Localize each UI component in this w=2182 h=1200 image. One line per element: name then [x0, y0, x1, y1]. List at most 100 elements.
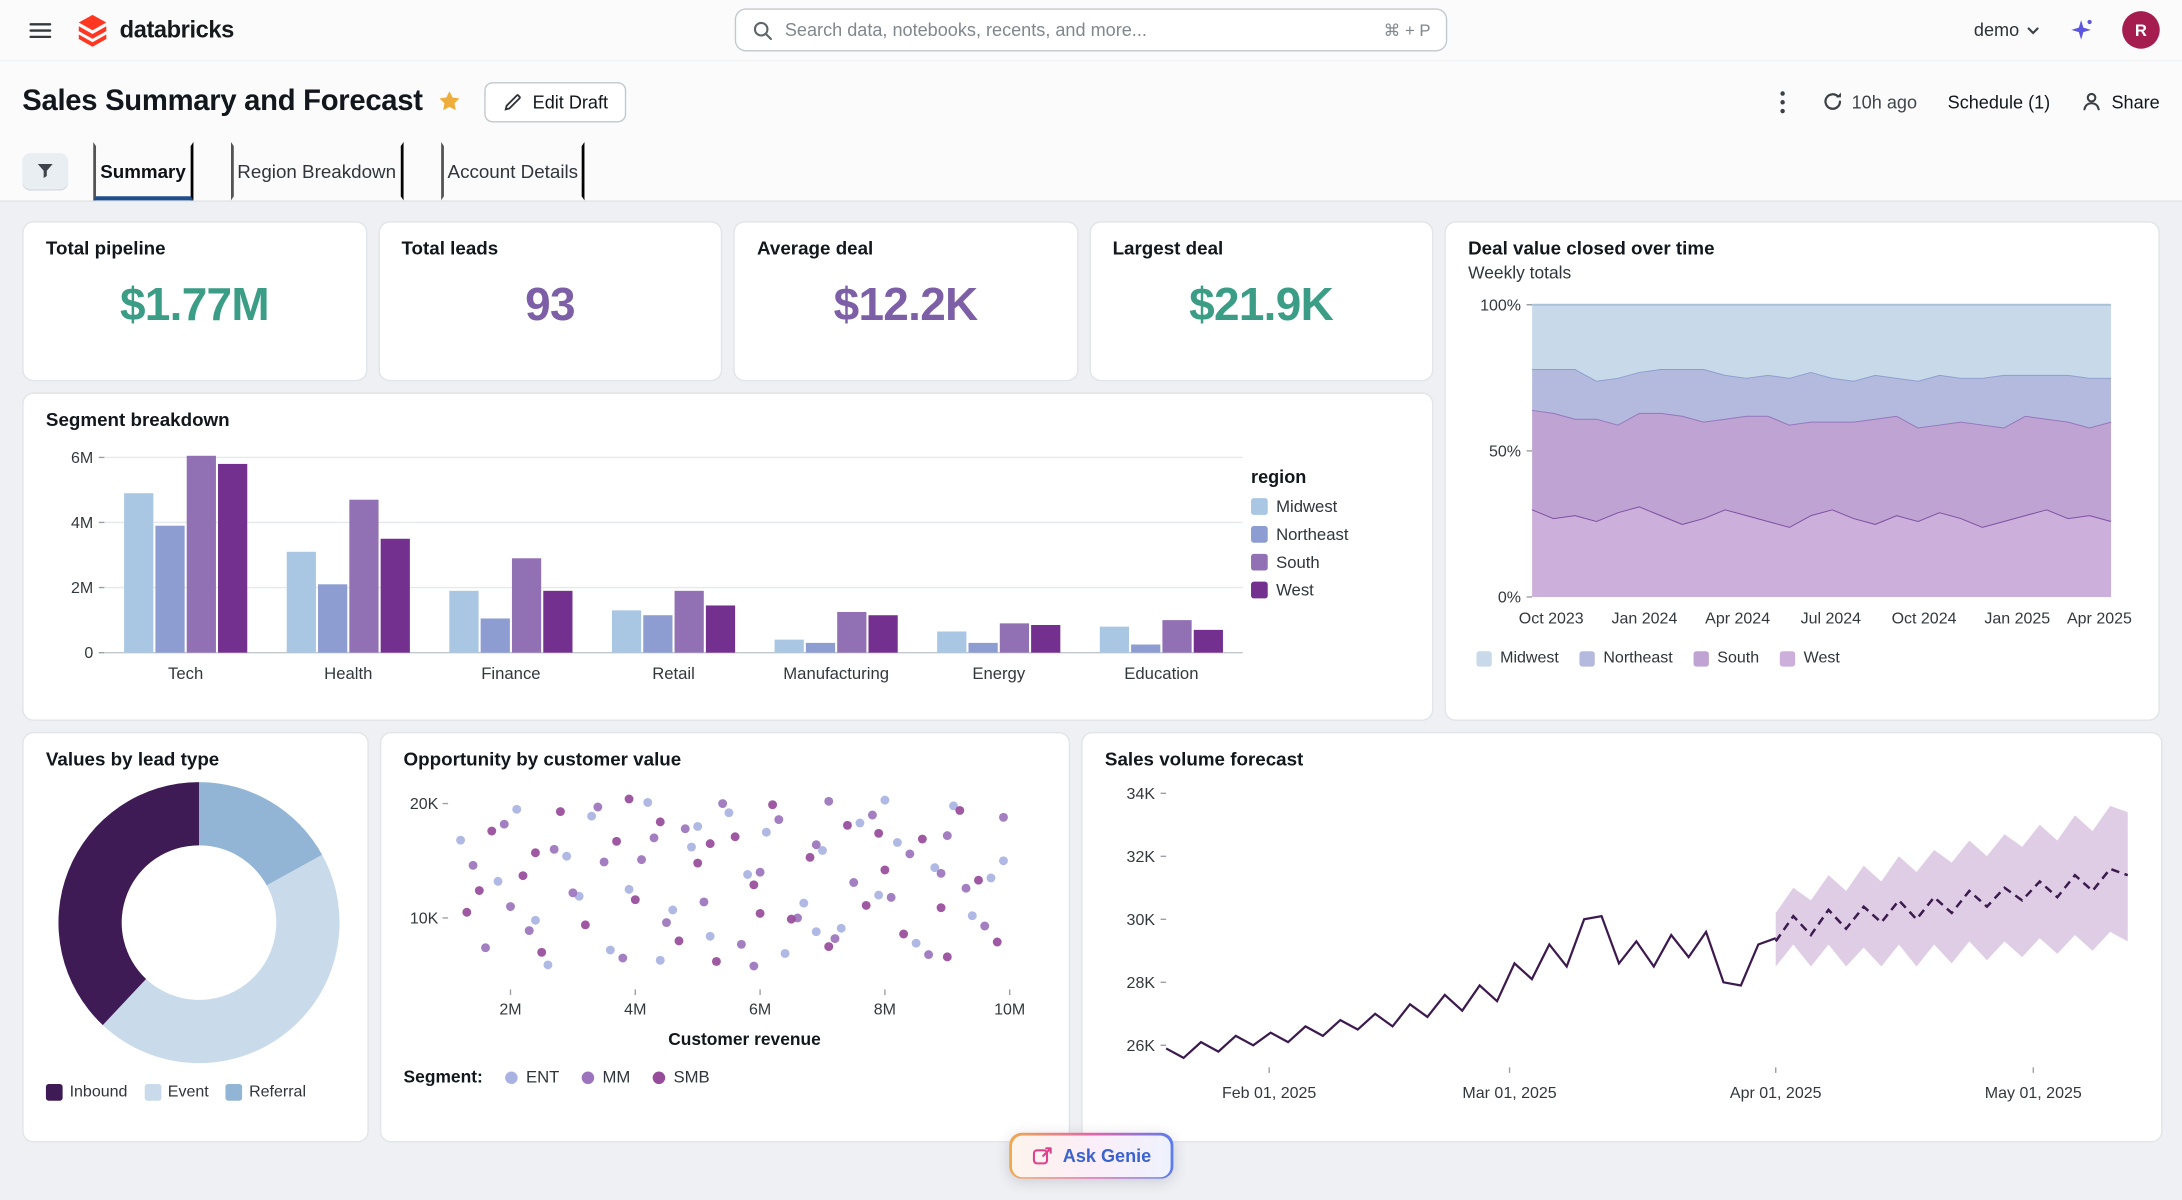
svg-text:Finance: Finance [481, 664, 540, 683]
svg-text:30K: 30K [1127, 912, 1156, 929]
svg-text:Oct 2024: Oct 2024 [1892, 610, 1957, 627]
schedule-label: Schedule (1) [1948, 91, 2051, 112]
svg-text:Mar 01, 2025: Mar 01, 2025 [1462, 1085, 1556, 1102]
svg-text:Oct 2023: Oct 2023 [1519, 610, 1584, 627]
legend-swatch [653, 1071, 666, 1084]
tab-label: Region Breakdown [237, 161, 396, 182]
legend-swatch [1251, 582, 1268, 599]
svg-text:Jan 2025: Jan 2025 [1984, 610, 2050, 627]
kpi-title: Largest deal [1113, 238, 1410, 259]
svg-text:Apr 2025: Apr 2025 [2067, 610, 2132, 627]
search-input[interactable] [785, 19, 1373, 40]
databricks-dashboard-page: databricks ⌘ + P demo R Sales Summary an… [0, 0, 2182, 1200]
legend-item-west: West [1780, 650, 1840, 667]
legend-label: Event [168, 1084, 209, 1101]
legend-item-northeast: Northeast [1251, 525, 1401, 544]
svg-text:10K: 10K [410, 911, 439, 928]
user-avatar[interactable]: R [2122, 11, 2160, 49]
overflow-menu-button[interactable] [1774, 84, 1791, 119]
global-search[interactable]: ⌘ + P [735, 8, 1447, 51]
kpi-row: Total pipeline $1.77M Total leads 93 Ave… [22, 221, 1433, 381]
chart-title: Values by lead type [46, 749, 345, 770]
chart-title: Opportunity by customer value [404, 749, 1047, 770]
kpi-value: $1.77M [46, 278, 343, 331]
ask-genie-label: Ask Genie [1063, 1145, 1151, 1166]
refresh-button[interactable]: 10h ago [1821, 90, 1917, 112]
assistant-sparkle-button[interactable] [2062, 11, 2100, 49]
svg-text:Energy: Energy [972, 664, 1026, 683]
ask-genie-inner: Ask Genie [1011, 1135, 1170, 1177]
bottom-row: Values by lead type InboundEventReferral… [22, 732, 2159, 1143]
schedule-button[interactable]: Schedule (1) [1948, 91, 2051, 112]
segment-breakdown-body: 02M4M6MTechHealthFinanceRetailManufactur… [46, 433, 1410, 695]
kpi-card-total-pipeline: Total pipeline $1.77M [22, 221, 366, 381]
tab-summary[interactable]: Summary [93, 142, 193, 200]
hamburger-menu-button[interactable] [22, 12, 58, 48]
deal-value-stacked-area-chart: 0%50%100%Oct 2023Jan 2024Apr 2024Jul 202… [1468, 282, 2139, 647]
share-button[interactable]: Share [2081, 90, 2160, 112]
kpi-title: Total pipeline [46, 238, 343, 259]
edit-draft-button[interactable]: Edit Draft [484, 81, 626, 121]
segment-legend-label: Segment: [404, 1067, 483, 1086]
genie-icon [1031, 1145, 1053, 1167]
tab-label: Summary [100, 161, 186, 182]
search-icon [751, 19, 773, 41]
filter-funnel-icon [35, 161, 56, 180]
legend-label: West [1276, 580, 1314, 599]
hamburger-icon [28, 17, 53, 42]
kpi-card-total-leads: Total leads 93 [378, 221, 722, 381]
svg-text:32K: 32K [1127, 849, 1156, 866]
ask-genie-button[interactable]: Ask Genie [1009, 1133, 1173, 1179]
svg-text:2M: 2M [71, 580, 93, 597]
region-legend: region MidwestNortheastSouthWest [1251, 433, 1401, 695]
values-by-lead-type-card: Values by lead type InboundEventReferral [22, 732, 369, 1143]
legend-swatch [582, 1071, 595, 1084]
legend-label: Midwest [1276, 497, 1337, 516]
chevron-down-icon [2026, 23, 2040, 37]
svg-text:50%: 50% [1489, 443, 1521, 460]
svg-text:Apr 2024: Apr 2024 [1705, 610, 1770, 627]
legend-title: region [1251, 466, 1401, 487]
sparkle-icon [2068, 17, 2094, 43]
dashboard-header: Sales Summary and Forecast Edit Draft 10… [0, 61, 2182, 142]
legend-item-ent: ENT [505, 1067, 559, 1086]
svg-text:Education: Education [1124, 664, 1198, 683]
legend-item-south: South [1694, 650, 1759, 667]
svg-text:8M: 8M [874, 1001, 896, 1018]
svg-text:4M: 4M [624, 1001, 646, 1018]
legend-item-midwest: Midwest [1251, 497, 1401, 516]
sales-forecast-line-chart: 26K28K30K32K34KFeb 01, 2025Mar 01, 2025A… [1105, 770, 2139, 1118]
favorite-star-button[interactable] [437, 89, 462, 114]
legend-swatch [1580, 651, 1595, 666]
databricks-logo[interactable]: databricks [75, 13, 234, 48]
svg-text:Jul 2024: Jul 2024 [1801, 610, 1862, 627]
filters-button[interactable] [22, 152, 68, 190]
legend-swatch [225, 1084, 242, 1101]
workspace-name: demo [1974, 19, 2019, 40]
opportunity-scatter-chart: 2M4M6M8M10M10K20KCustomer revenue [404, 770, 1050, 1068]
svg-text:Feb 01, 2025: Feb 01, 2025 [1222, 1085, 1316, 1102]
svg-text:28K: 28K [1127, 975, 1156, 992]
legend-item-event: Event [144, 1084, 209, 1101]
pencil-icon [502, 91, 523, 112]
tab-region-breakdown[interactable]: Region Breakdown [230, 142, 403, 200]
svg-text:10M: 10M [994, 1001, 1025, 1018]
segment-legend-items: ENTMMSMB [505, 1067, 710, 1086]
tab-account-details[interactable]: Account Details [441, 142, 585, 200]
svg-text:Jan 2024: Jan 2024 [1612, 610, 1678, 627]
header-actions: 10h ago Schedule (1) Share [1774, 84, 2160, 119]
deal-value-over-time-card: Deal value closed over time Weekly total… [1444, 221, 2159, 721]
edit-draft-label: Edit Draft [533, 91, 608, 112]
legend-item-west: West [1251, 580, 1401, 599]
share-label: Share [2111, 91, 2159, 112]
kpi-card-largest-deal: Largest deal $21.9K [1089, 221, 1433, 381]
top-row: Total pipeline $1.77M Total leads 93 Ave… [22, 221, 2159, 721]
chart-title: Segment breakdown [46, 409, 1410, 430]
chart-title: Deal value closed over time [1468, 238, 2136, 259]
svg-text:Health: Health [324, 664, 372, 683]
segment-legend: Segment: ENTMMSMB [404, 1067, 1047, 1086]
svg-text:May 01, 2025: May 01, 2025 [1985, 1085, 2082, 1102]
search-shortcut-hint: ⌘ + P [1384, 20, 1431, 39]
workspace-switcher[interactable]: demo [1974, 19, 2040, 40]
legend-item-northeast: Northeast [1580, 650, 1673, 667]
